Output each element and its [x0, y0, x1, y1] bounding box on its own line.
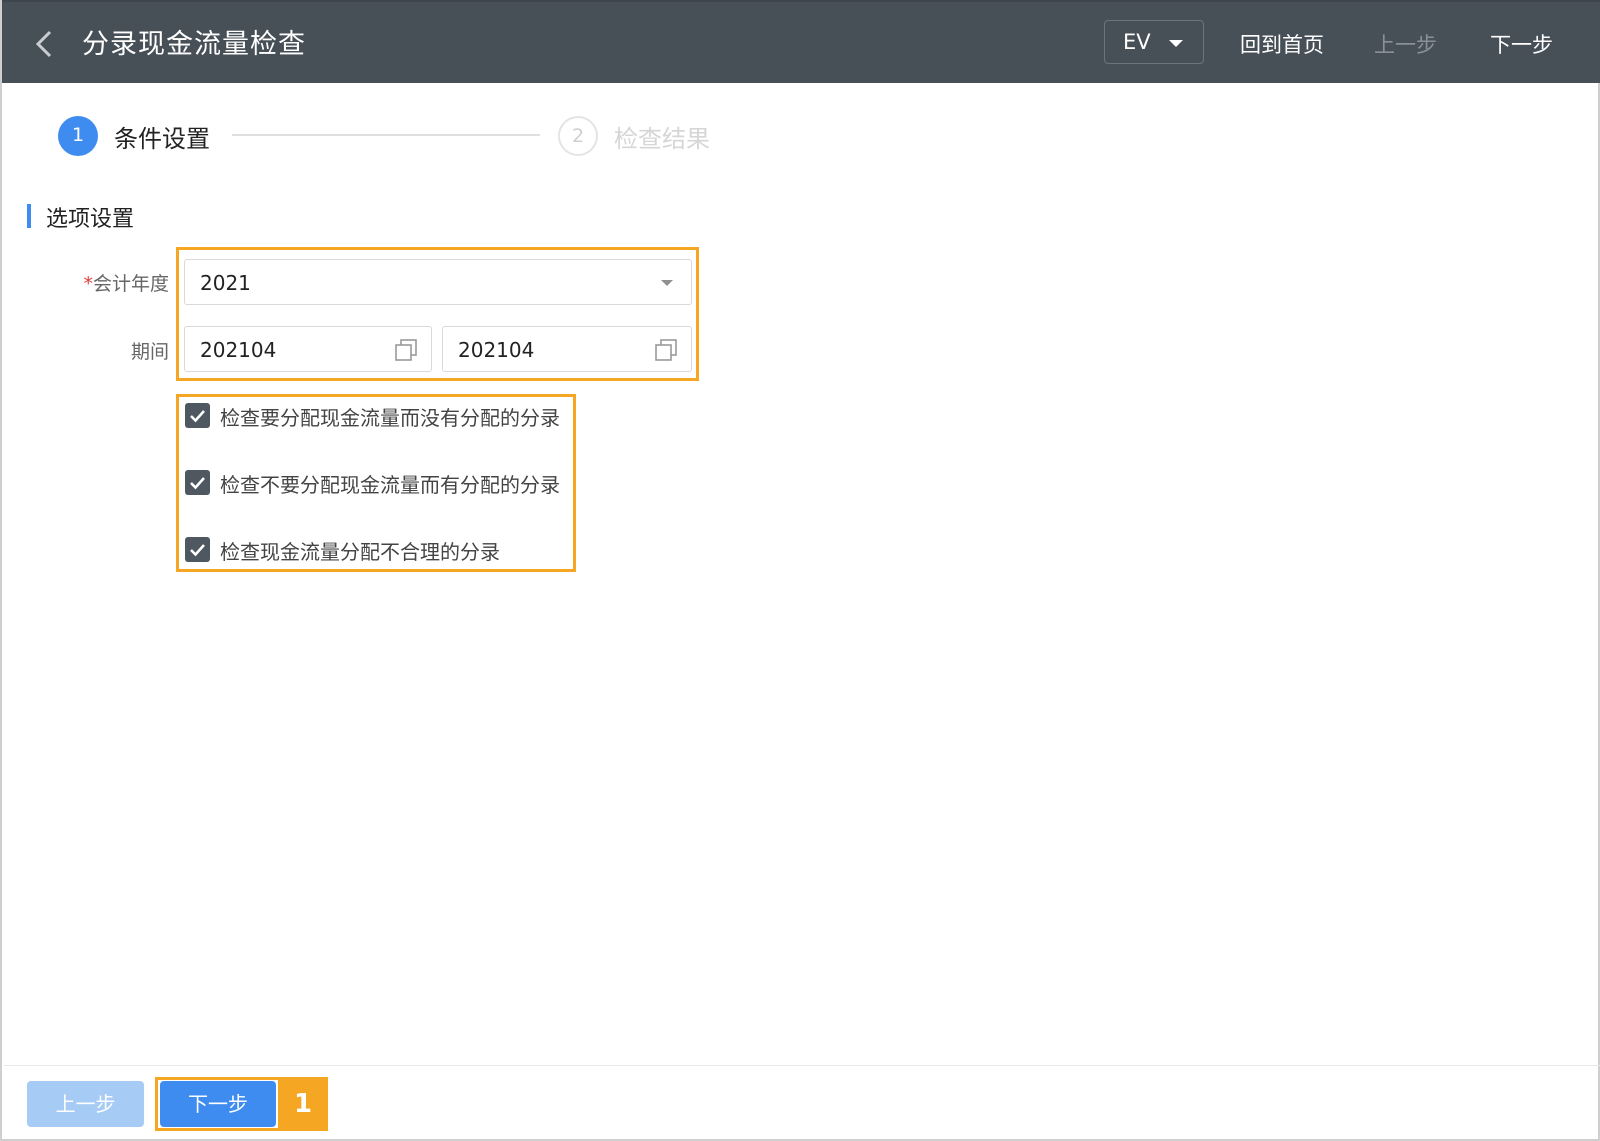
fiscal-year-label-text: 会计年度: [92, 273, 169, 295]
page-title: 分录现金流量检查: [82, 29, 306, 60]
footer-divider: [4, 1065, 1600, 1066]
step-2-label: 检查结果: [614, 125, 710, 153]
caret-down-icon: [1169, 40, 1183, 47]
header-prev-step-link[interactable]: 上一步: [1374, 29, 1437, 59]
step-callout-badge: 1: [278, 1077, 328, 1131]
header-next-step-link[interactable]: 下一步: [1490, 29, 1553, 59]
chevron-left-icon[interactable]: [30, 26, 58, 62]
home-link[interactable]: 回到首页: [1240, 29, 1324, 59]
step-1-label: 条件设置: [114, 125, 210, 153]
ev-dropdown[interactable]: EV: [1104, 20, 1204, 64]
section-title: 选项设置: [46, 207, 135, 232]
fiscal-year-label: *会计年度: [49, 269, 169, 296]
app-window: 分录现金流量检查 EV 回到首页 上一步 下一步 1 条件设置 2 检查结果 选…: [0, 0, 1600, 1141]
highlight-frame-checks: [176, 394, 576, 572]
section-marker: [27, 204, 31, 228]
step-1-indicator: 1: [58, 116, 98, 156]
period-label: 期间: [130, 341, 169, 363]
title-bar: 分录现金流量检查 EV 回到首页 上一步 下一步: [2, 0, 1600, 83]
step-2-indicator: 2: [558, 116, 598, 156]
highlight-frame-fields: [176, 247, 699, 381]
prev-step-button[interactable]: 上一步: [27, 1081, 144, 1127]
required-mark: *: [83, 273, 93, 295]
step-connector: [232, 134, 540, 136]
ev-dropdown-value: EV: [1123, 30, 1151, 54]
